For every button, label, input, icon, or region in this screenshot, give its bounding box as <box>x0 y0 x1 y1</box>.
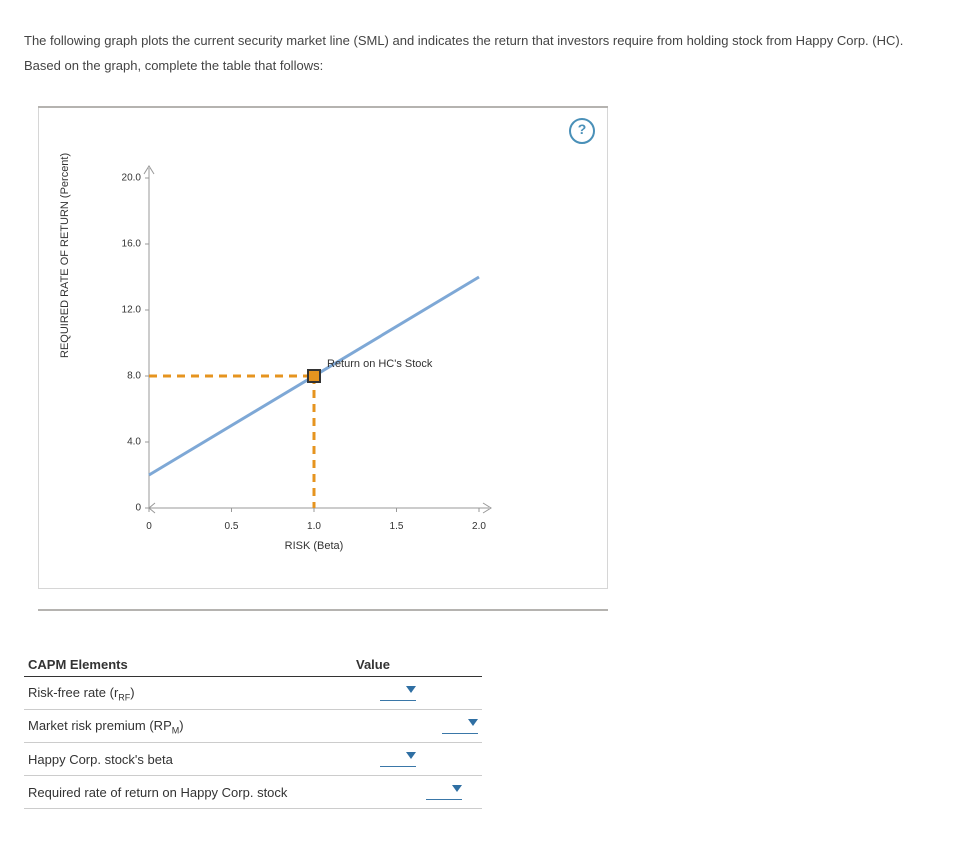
xtick-20: 2.0 <box>472 521 486 532</box>
divider-bottom <box>38 609 608 611</box>
th-elements: CAPM Elements <box>24 651 352 677</box>
chevron-down-icon <box>406 752 416 760</box>
xtick-10: 1.0 <box>307 521 321 532</box>
hc-point[interactable] <box>308 370 320 382</box>
capm-table-wrap: CAPM Elements Value Risk-free rate (rRF)… <box>24 651 484 809</box>
table-row: Risk-free rate (rRF) <box>24 677 482 710</box>
chart-box: ? REQUIRED RATE OF RETURN (Percent) <box>38 108 608 589</box>
table-row: Required rate of return on Happy Corp. s… <box>24 776 482 809</box>
chevron-down-icon <box>452 785 462 793</box>
th-value: Value <box>352 651 482 677</box>
capm-table: CAPM Elements Value Risk-free rate (rRF)… <box>24 651 482 809</box>
row-label: Risk-free rate (rRF) <box>24 677 352 710</box>
dropdown-required-return[interactable] <box>426 781 462 800</box>
row-label: Market risk premium (RPM) <box>24 710 352 743</box>
ytick-0: 0 <box>105 503 141 514</box>
row-label: Required rate of return on Happy Corp. s… <box>24 776 352 809</box>
ytick-20: 20.0 <box>105 173 141 184</box>
chevron-down-icon <box>406 686 416 694</box>
table-row: Market risk premium (RPM) <box>24 710 482 743</box>
xtick-15: 1.5 <box>390 521 404 532</box>
y-axis-label: REQUIRED RATE OF RETURN (Percent) <box>59 153 71 358</box>
chart-panel: ? REQUIRED RATE OF RETURN (Percent) <box>38 106 608 611</box>
dropdown-rpm[interactable] <box>442 715 478 734</box>
dropdown-rf[interactable] <box>380 682 416 701</box>
ytick-16: 16.0 <box>105 239 141 250</box>
hc-point-label: Return on HC's Stock <box>327 358 432 370</box>
table-row: Happy Corp. stock's beta <box>24 743 482 776</box>
chart-svg <box>139 168 499 518</box>
ytick-4: 4.0 <box>105 437 141 448</box>
dropdown-beta[interactable] <box>380 748 416 767</box>
row-label: Happy Corp. stock's beta <box>24 743 352 776</box>
ytick-8: 8.0 <box>105 371 141 382</box>
xtick-0: 0 <box>146 521 152 532</box>
help-icon[interactable]: ? <box>569 118 595 144</box>
plot-area: 0 4.0 8.0 12.0 16.0 20.0 0 0.5 1.0 1.5 2… <box>149 178 489 508</box>
x-axis-label: RISK (Beta) <box>285 540 344 552</box>
intro-text: The following graph plots the current se… <box>24 29 933 78</box>
xtick-05: 0.5 <box>225 521 239 532</box>
ytick-12: 12.0 <box>105 305 141 316</box>
chevron-down-icon <box>468 719 478 727</box>
